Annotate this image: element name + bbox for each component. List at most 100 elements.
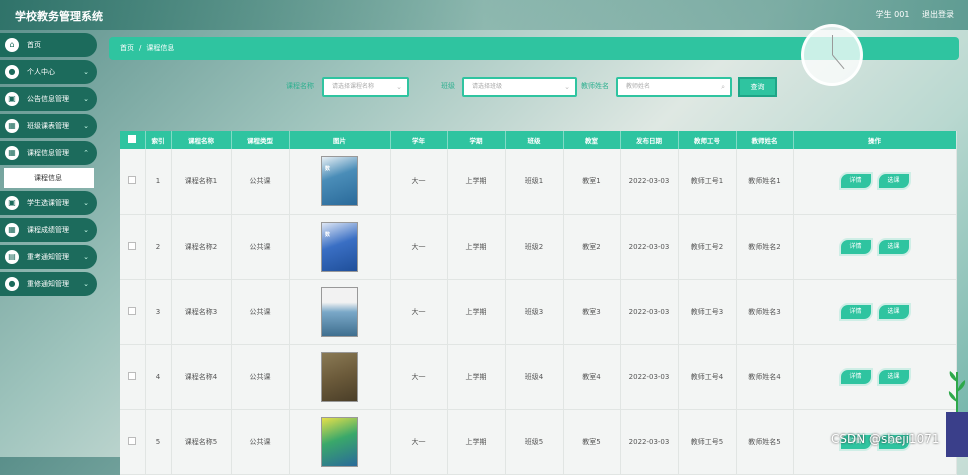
row-checkbox-cell[interactable]	[120, 214, 146, 280]
detail-button[interactable]: 详情	[838, 237, 873, 256]
year-cell: 大一	[390, 409, 448, 475]
logout-link[interactable]: 退出登录	[922, 10, 954, 19]
book-cover-image[interactable]	[321, 286, 358, 337]
column-header: 学年	[390, 131, 448, 149]
select-course-button[interactable]: 选课	[876, 237, 911, 256]
briefcase-icon: ▣	[5, 196, 19, 210]
column-header: 操作	[793, 131, 957, 149]
sidebar-item-home[interactable]: ⌂ 首页	[0, 33, 97, 57]
teacher-id-cell: 教师工号4	[678, 344, 737, 410]
sidebar-item-course-selection[interactable]: ▣ 学生选课管理 ⌄	[0, 191, 97, 215]
main-content: 首页 / 课程信息 课程名称 请选择课程名称 ⌄ 班级 请选择班级 ⌄ 教师姓名 教…	[109, 24, 959, 475]
detail-button[interactable]: 详情	[838, 302, 873, 321]
row-checkbox[interactable]	[128, 176, 137, 185]
select-all-checkbox[interactable]	[128, 135, 137, 143]
class-select[interactable]: 请选择班级 ⌄	[462, 77, 577, 97]
course-name-placeholder: 请选择课程名称	[332, 83, 375, 90]
sidebar-item-label: 首页	[27, 41, 41, 49]
select-course-button[interactable]: 选课	[876, 172, 911, 191]
room-cell: 教室4	[563, 344, 621, 410]
sidebar-item-personal-center[interactable]: ● 个人中心 ⌄	[0, 60, 97, 84]
row-checkbox[interactable]	[128, 306, 137, 315]
row-checkbox-cell[interactable]	[120, 279, 146, 345]
course-name-select[interactable]: 请选择课程名称 ⌄	[322, 77, 409, 97]
year-cell: 大一	[390, 149, 448, 215]
sidebar-item-label: 个人中心	[27, 68, 55, 76]
select-course-button[interactable]: 选课	[876, 302, 911, 321]
index-cell: 3	[145, 279, 172, 345]
chevron-down-icon: ⌄	[83, 199, 89, 207]
book-cover-image[interactable]	[321, 416, 358, 467]
row-checkbox[interactable]	[128, 436, 137, 445]
detail-button[interactable]: 详情	[838, 367, 873, 386]
column-header: 发布日期	[620, 131, 679, 149]
sidebar-item-class-schedule[interactable]: ▦ 班级课表管理 ⌄	[0, 114, 97, 138]
class-cell: 班级5	[505, 409, 564, 475]
actions-cell: 详情 选课	[793, 344, 957, 410]
sidebar-item-grades[interactable]: ▦ 课程成绩管理 ⌄	[0, 218, 97, 242]
teacher-name-cell: 教师姓名3	[736, 279, 794, 345]
grid-icon: ▦	[5, 223, 19, 237]
term-cell: 上学期	[447, 149, 506, 215]
column-header: 课程类型	[231, 131, 290, 149]
grid-icon: ▦	[5, 119, 19, 133]
course-name-cell: 课程名称1	[171, 149, 232, 215]
row-checkbox[interactable]	[128, 371, 137, 380]
breadcrumb-current: 课程信息	[146, 44, 175, 52]
chevron-down-icon: ⌄	[83, 226, 89, 234]
course-name-cell: 课程名称2	[171, 214, 232, 280]
query-button[interactable]: 查询	[738, 77, 777, 97]
row-checkbox-cell[interactable]	[120, 344, 146, 410]
class-cell: 班级4	[505, 344, 564, 410]
select-all-header[interactable]	[120, 131, 146, 149]
date-cell: 2022-03-03	[620, 409, 679, 475]
class-placeholder: 请选择班级	[472, 83, 503, 90]
user-icon: ●	[5, 277, 19, 291]
class-cell: 班级2	[505, 214, 564, 280]
column-header: 教师工号	[678, 131, 737, 149]
watermark: CSDN @sheji1071	[831, 432, 940, 446]
column-header: 教师姓名	[736, 131, 794, 149]
sidebar-item-label: 课程成绩管理	[27, 226, 69, 234]
index-cell: 2	[145, 214, 172, 280]
sidebar-subitem-course-info[interactable]: 课程信息	[4, 168, 94, 188]
teacher-id-cell: 教师工号3	[678, 279, 737, 345]
book-cover-image[interactable]: 数	[321, 156, 358, 207]
course-table: 索引 课程名称 课程类型 图片 学年 学期 班级 教室 发布日期 教师工号 教师…	[120, 131, 957, 475]
user-info: 学生 001 退出登录	[866, 9, 954, 20]
book-cover-image[interactable]	[321, 351, 358, 402]
card-icon: ▤	[5, 250, 19, 264]
index-cell: 5	[145, 409, 172, 475]
plant-decoration	[946, 371, 968, 457]
image-cell: 数	[289, 149, 391, 215]
row-checkbox-cell[interactable]	[120, 149, 146, 215]
actions-cell: 详情 选课	[793, 214, 957, 280]
table-row: 1 课程名称1 公共课 数 大一 上学期 班级1 教室1 2022-03-03 …	[120, 149, 957, 215]
class-cell: 班级3	[505, 279, 564, 345]
teacher-name-input[interactable]: 教师姓名 ⌕	[616, 77, 732, 97]
year-cell: 大一	[390, 214, 448, 280]
sidebar-item-retake-exam[interactable]: ▤ 重考通知管理 ⌄	[0, 245, 97, 269]
detail-button[interactable]: 详情	[838, 172, 873, 191]
column-header: 教室	[563, 131, 621, 149]
row-checkbox[interactable]	[128, 241, 137, 250]
sidebar: ⌂ 首页 ● 个人中心 ⌄ ▣ 公告信息管理 ⌄ ▦ 班级课表管理 ⌄ ▦ 课程…	[0, 30, 100, 296]
sidebar-item-course-info[interactable]: ▦ 课程信息管理 ⌃	[0, 141, 97, 165]
sidebar-item-label: 重考通知管理	[27, 253, 69, 261]
sidebar-item-retake-course[interactable]: ● 重修通知管理 ⌄	[0, 272, 97, 296]
book-cover-image[interactable]: 数	[321, 221, 358, 272]
select-course-button[interactable]: 选课	[876, 367, 911, 386]
home-icon: ⌂	[5, 38, 19, 52]
breadcrumb-home[interactable]: 首页	[120, 44, 134, 52]
course-type-cell: 公共课	[231, 214, 290, 280]
course-name-cell: 课程名称3	[171, 279, 232, 345]
sidebar-item-announcements[interactable]: ▣ 公告信息管理 ⌄	[0, 87, 97, 111]
course-type-cell: 公共课	[231, 149, 290, 215]
course-name-cell: 课程名称4	[171, 344, 232, 410]
actions-cell: 详情 选课	[793, 149, 957, 215]
table-row: 3 课程名称3 公共课 大一 上学期 班级3 教室3 2022-03-03 教师…	[120, 279, 957, 345]
term-cell: 上学期	[447, 344, 506, 410]
row-checkbox-cell[interactable]	[120, 409, 146, 475]
sidebar-item-label: 学生选课管理	[27, 199, 69, 207]
user-name[interactable]: 学生 001	[876, 10, 910, 19]
